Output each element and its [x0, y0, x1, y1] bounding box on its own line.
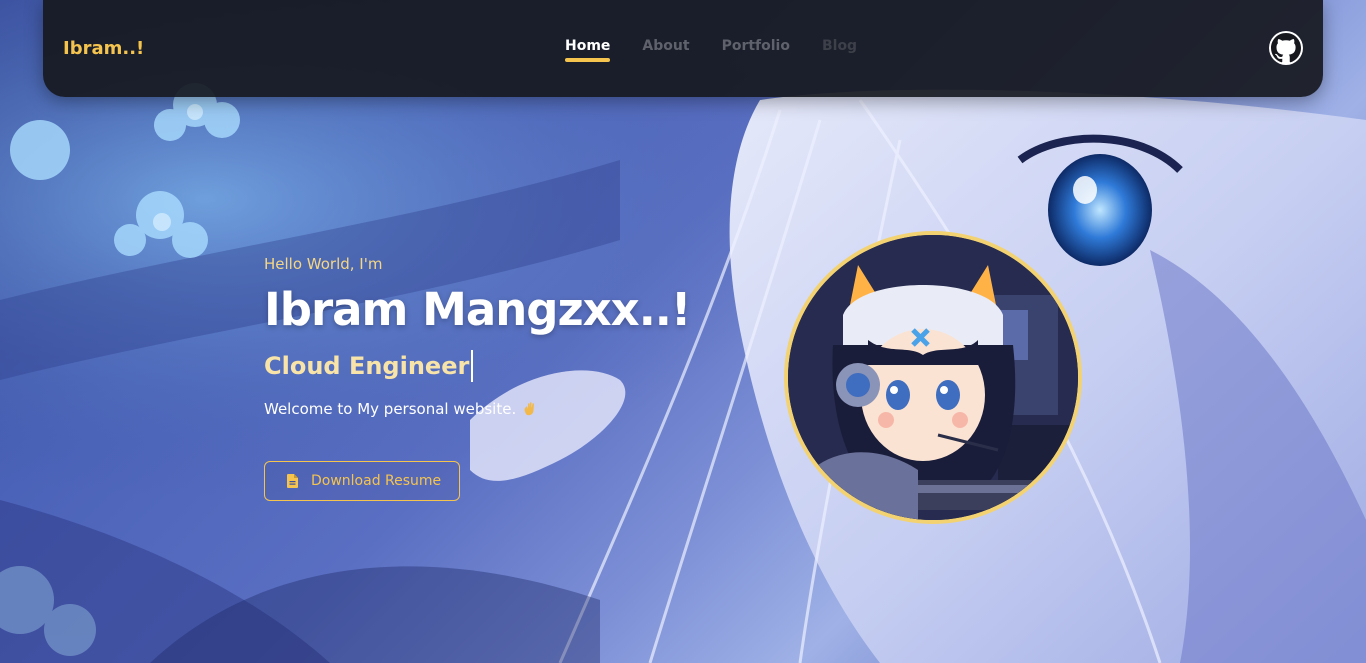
nav-link-about-label: About [642, 38, 690, 54]
hero-role: Cloud Engineer [264, 352, 470, 380]
nav-link-portfolio-label: Portfolio [721, 38, 790, 54]
waving-hand-icon [524, 402, 535, 416]
nav-links: Home About Portfolio Blog [565, 36, 857, 62]
page: Ibram..! Home About Portfolio Blog Hello… [0, 0, 1366, 663]
hero-name: Ibram Mangzxx..! [264, 283, 691, 336]
nav-link-home-label: Home [565, 38, 611, 54]
github-icon [1271, 33, 1301, 63]
github-link[interactable] [1269, 31, 1303, 65]
download-resume-label: Download Resume [311, 473, 442, 489]
hero-welcome: Welcome to My personal website. [264, 398, 744, 420]
nav-link-home[interactable]: Home [565, 36, 611, 62]
nav-link-about[interactable]: About [642, 36, 689, 56]
hero-role-wrapper: Cloud Engineer [264, 350, 744, 382]
avatar-illustration [788, 235, 1078, 520]
hero-welcome-text: Welcome to My personal website. [264, 400, 517, 418]
typing-cursor [471, 350, 473, 382]
active-nav-indicator [565, 58, 611, 62]
brand-logo[interactable]: Ibram..! [63, 37, 144, 61]
hero-greeting: Hello World, I'm [264, 255, 383, 273]
file-icon [287, 474, 298, 488]
nav-link-blog-label: Blog [821, 38, 858, 54]
hero-section: Hello World, I'm Ibram Mangzxx..! Cloud … [264, 254, 744, 420]
nav-link-portfolio[interactable]: Portfolio [722, 36, 790, 56]
download-resume-button[interactable]: Download Resume [264, 461, 460, 501]
nav-link-blog[interactable]: Blog [822, 36, 857, 56]
profile-avatar [784, 231, 1082, 524]
navbar: Ibram..! Home About Portfolio Blog [43, 0, 1323, 97]
